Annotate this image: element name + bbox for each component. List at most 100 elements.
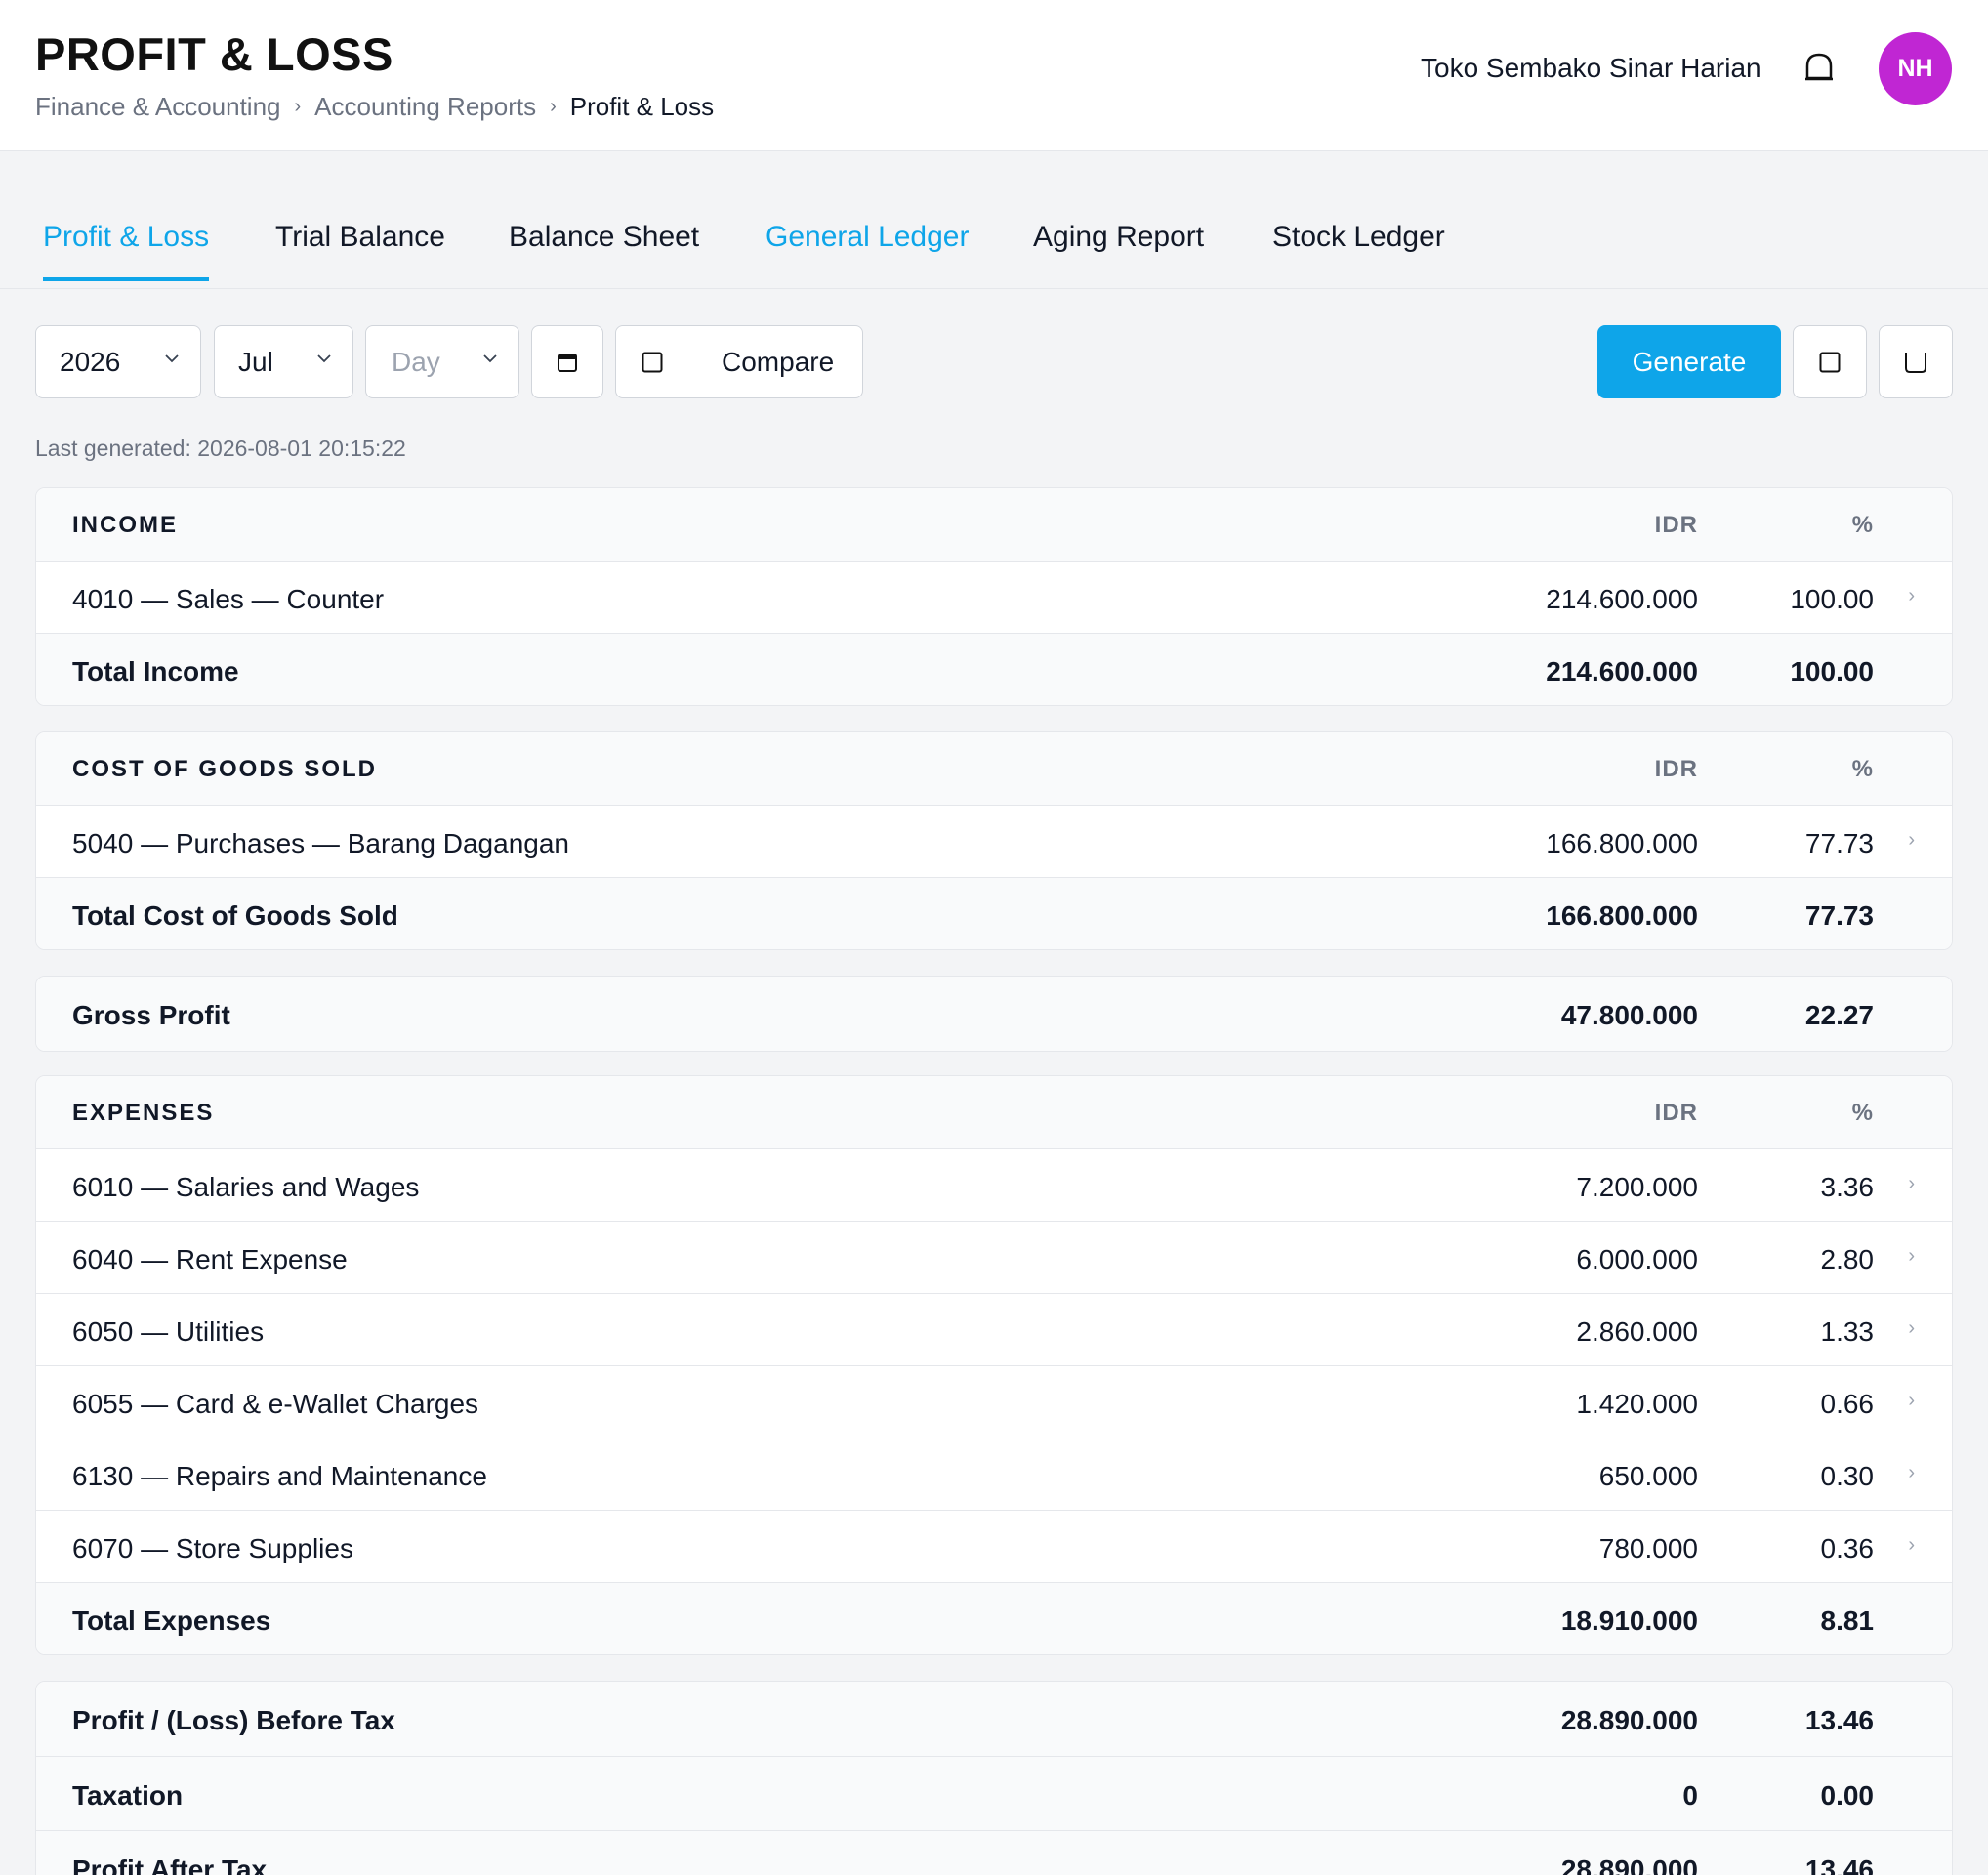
chevron-right-icon[interactable]: ›	[1908, 1534, 1915, 1557]
account-percent: 3.36	[1820, 1172, 1875, 1202]
account-amount: 780.000	[1598, 1533, 1698, 1563]
compare-toggle[interactable]: Compare	[615, 325, 863, 398]
chevron-right-icon[interactable]: ›	[1908, 1173, 1915, 1195]
account-amount: 166.800.000	[1546, 828, 1698, 858]
section-title: EXPENSES	[72, 1100, 215, 1126]
account-percent: 77.73	[1804, 828, 1874, 858]
table-row[interactable]: 4010 — Sales — Counter 214.600.000 100.0…	[36, 561, 1952, 633]
summary-percent: 0.00	[1820, 1780, 1875, 1811]
summary-label: Profit / (Loss) Before Tax	[72, 1705, 395, 1735]
summary-percent: 13.46	[1804, 1854, 1874, 1875]
tab-trial-balance[interactable]: Trial Balance	[275, 221, 445, 277]
summary-amount: 28.890.000	[1560, 1854, 1698, 1875]
table-row[interactable]: 5040 — Purchases — Barang Dagangan 166.8…	[36, 805, 1952, 877]
section-title: INCOME	[72, 512, 178, 538]
calendar-button[interactable]	[531, 325, 603, 398]
total-label: Total Expenses	[72, 1605, 271, 1636]
expenses-section: EXPENSES IDR % 6010 — Salaries and Wages…	[35, 1075, 1953, 1655]
account-label: 6040 — Rent Expense	[72, 1244, 348, 1274]
column-header-amount: IDR	[1654, 1100, 1698, 1126]
export-button[interactable]	[1793, 325, 1867, 398]
export-icon	[1819, 352, 1841, 372]
table-row[interactable]: 6055 — Card & e-Wallet Charges 1.420.000…	[36, 1365, 1952, 1438]
day-select-placeholder: Day	[392, 346, 440, 377]
compare-label: Compare	[722, 346, 835, 377]
chevron-down-icon	[483, 354, 497, 363]
app-header: PROFIT & LOSS Finance & Accounting › Acc…	[0, 0, 1988, 151]
account-amount: 6.000.000	[1576, 1244, 1698, 1274]
table-row[interactable]: 6130 — Repairs and Maintenance 650.000 0…	[36, 1438, 1952, 1510]
gross-profit-label: Gross Profit	[72, 1000, 230, 1030]
account-amount: 7.200.000	[1576, 1172, 1698, 1202]
account-percent: 2.80	[1820, 1244, 1875, 1274]
chevron-right-icon[interactable]: ›	[1908, 829, 1915, 852]
column-header-percent: %	[1851, 756, 1874, 782]
account-amount: 650.000	[1598, 1461, 1698, 1491]
breadcrumb: Finance & Accounting › Accounting Report…	[35, 92, 714, 122]
column-header-amount: IDR	[1654, 756, 1698, 782]
tab-aging-report[interactable]: Aging Report	[1033, 221, 1204, 277]
total-percent: 100.00	[1790, 656, 1874, 687]
account-percent: 100.00	[1790, 584, 1874, 614]
account-label: 6070 — Store Supplies	[72, 1533, 353, 1563]
table-row[interactable]: 6050 — Utilities 2.860.000 1.33 ›	[36, 1293, 1952, 1365]
month-select[interactable]: Jul	[214, 325, 353, 398]
chevron-right-icon[interactable]: ›	[1908, 1390, 1915, 1412]
breadcrumb-finance[interactable]: Finance & Accounting	[35, 92, 281, 122]
chevron-down-icon	[165, 354, 179, 363]
report-tabs: Profit & Loss Trial Balance Balance Shee…	[0, 191, 1988, 289]
user-avatar[interactable]: NH	[1879, 32, 1952, 105]
total-label: Total Income	[72, 656, 239, 687]
generate-button[interactable]: Generate	[1597, 325, 1781, 398]
checkbox-icon[interactable]	[642, 352, 663, 373]
account-amount: 1.420.000	[1576, 1389, 1698, 1419]
profit-after-tax-row: Profit After Tax 28.890.000 13.46	[36, 1830, 1952, 1875]
account-label: 6130 — Repairs and Maintenance	[72, 1461, 487, 1491]
income-section: INCOME IDR % 4010 — Sales — Counter 214.…	[35, 487, 1953, 706]
section-header: COST OF GOODS SOLD IDR %	[36, 732, 1952, 805]
chevron-down-icon	[317, 354, 331, 363]
print-button[interactable]	[1879, 325, 1953, 398]
gross-profit-amount: 47.800.000	[1560, 1000, 1698, 1030]
tab-profit-loss[interactable]: Profit & Loss	[43, 221, 210, 281]
year-select[interactable]: 2026	[35, 325, 201, 398]
last-generated-text: Last generated: 2026-08-01 20:15:22	[35, 436, 406, 461]
account-percent: 0.36	[1820, 1533, 1875, 1563]
calendar-icon	[558, 353, 577, 372]
breadcrumb-separator-icon: ›	[294, 96, 302, 117]
summary-label: Taxation	[72, 1780, 184, 1811]
total-row: Total Cost of Goods Sold 166.800.000 77.…	[36, 877, 1952, 949]
total-percent: 77.73	[1804, 900, 1874, 931]
breadcrumb-current: Profit & Loss	[569, 92, 715, 121]
table-row[interactable]: 6040 — Rent Expense 6.000.000 2.80 ›	[36, 1221, 1952, 1293]
summary-percent: 13.46	[1804, 1705, 1874, 1735]
tab-balance-sheet[interactable]: Balance Sheet	[509, 221, 699, 277]
chevron-right-icon[interactable]: ›	[1908, 1462, 1915, 1484]
taxation-row: Taxation 0 0.00	[36, 1756, 1952, 1830]
chevron-right-icon[interactable]: ›	[1908, 1317, 1915, 1340]
notification-bell-icon[interactable]	[1802, 51, 1836, 86]
total-percent: 8.81	[1820, 1605, 1875, 1636]
gross-profit-section: Gross Profit 47.800.000 22.27	[35, 976, 1953, 1052]
breadcrumb-accounting-reports[interactable]: Accounting Reports	[314, 92, 536, 122]
total-row: Total Expenses 18.910.000 8.81	[36, 1582, 1952, 1654]
total-amount: 18.910.000	[1560, 1605, 1698, 1636]
total-amount: 166.800.000	[1546, 900, 1698, 931]
total-amount: 214.600.000	[1546, 656, 1698, 687]
summary-amount: 28.890.000	[1560, 1705, 1698, 1735]
tab-stock-ledger[interactable]: Stock Ledger	[1272, 221, 1445, 277]
chevron-right-icon[interactable]: ›	[1908, 1245, 1915, 1268]
store-selector[interactable]: Toko Sembako Sinar Harian	[1421, 53, 1761, 84]
total-row: Total Income 214.600.000 100.00	[36, 633, 1952, 705]
tab-general-ledger[interactable]: General Ledger	[766, 221, 969, 277]
total-label: Total Cost of Goods Sold	[72, 900, 398, 931]
table-row[interactable]: 6070 — Store Supplies 780.000 0.36 ›	[36, 1510, 1952, 1582]
section-header: EXPENSES IDR %	[36, 1076, 1952, 1148]
day-select[interactable]: Day	[365, 325, 519, 398]
table-row[interactable]: 6010 — Salaries and Wages 7.200.000 3.36…	[36, 1148, 1952, 1221]
gross-profit-row: Gross Profit 47.800.000 22.27	[36, 977, 1952, 1051]
chevron-right-icon[interactable]: ›	[1908, 585, 1915, 607]
account-amount: 2.860.000	[1576, 1316, 1698, 1347]
page-title: PROFIT & LOSS	[35, 28, 393, 80]
cogs-section: COST OF GOODS SOLD IDR % 5040 — Purchase…	[35, 731, 1953, 950]
